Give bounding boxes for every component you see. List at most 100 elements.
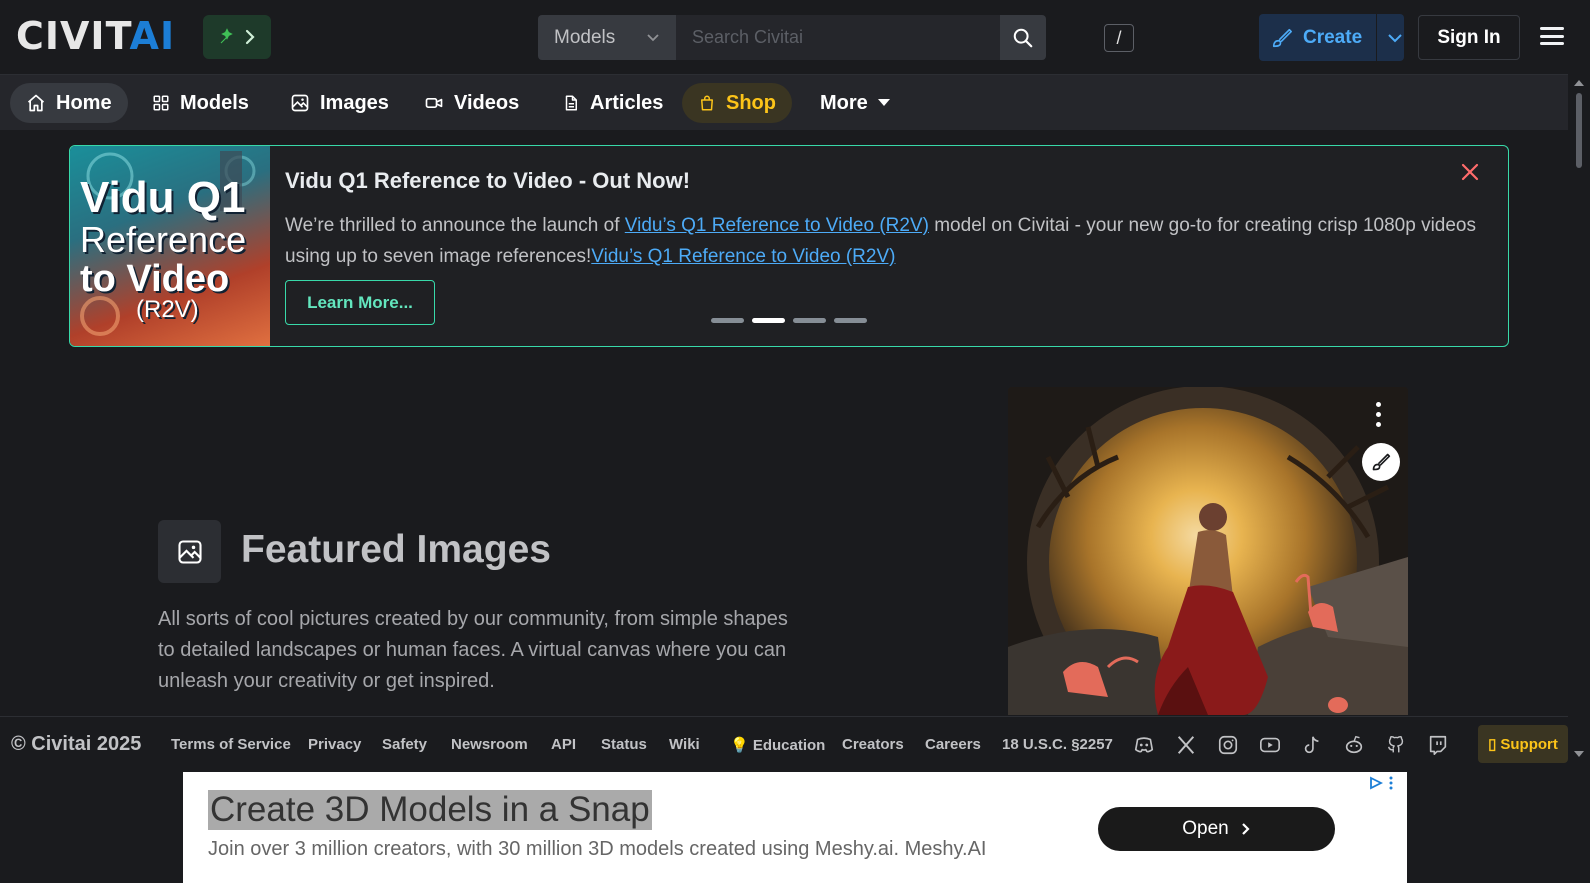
- footer-link-wiki[interactable]: Wiki: [669, 736, 700, 753]
- carousel-dot-active[interactable]: [752, 318, 785, 323]
- announcement-thumbnail[interactable]: Vidu Q1 Reference to Video (R2V): [70, 146, 270, 346]
- video-icon: [425, 98, 443, 108]
- main-nav: Home Models Images Videos Articles Shop …: [0, 75, 1568, 130]
- close-icon[interactable]: [1460, 162, 1480, 182]
- ad-open-label: Open: [1182, 818, 1229, 839]
- nav-models[interactable]: Models: [136, 83, 265, 123]
- featured-image-card[interactable]: [1008, 387, 1408, 715]
- chevron-right-icon: [1241, 823, 1250, 835]
- support-label: Support: [1500, 735, 1558, 753]
- nav-models-label: Models: [180, 91, 249, 114]
- search-input[interactable]: [676, 15, 1000, 60]
- search-category-select[interactable]: Models: [538, 15, 676, 60]
- brush-icon: [1372, 453, 1391, 471]
- r2v-link-1[interactable]: Vidu’s Q1 Reference to Video (R2V): [625, 215, 929, 236]
- carousel-dot[interactable]: [793, 318, 826, 323]
- chevron-down-icon[interactable]: [1387, 33, 1403, 43]
- carousel-dot[interactable]: [711, 318, 744, 323]
- featured-images-title: Featured Images: [241, 528, 551, 571]
- civitai-logo[interactable]: CIVITAI: [16, 17, 175, 55]
- instagram-icon[interactable]: [1217, 734, 1239, 756]
- shopping-bag-icon: [701, 95, 713, 111]
- announcement-banner: Vidu Q1 Reference to Video (R2V) Vidu Q1…: [69, 145, 1509, 347]
- nav-shop[interactable]: Shop: [682, 83, 792, 123]
- ad-open-button[interactable]: Open: [1098, 807, 1335, 851]
- github-icon[interactable]: [1385, 734, 1407, 756]
- create-button[interactable]: Create: [1259, 14, 1404, 61]
- footer-link-terms[interactable]: Terms of Service: [171, 736, 291, 753]
- nav-images-label: Images: [320, 91, 389, 114]
- page-scrollbar[interactable]: [1568, 75, 1590, 765]
- search-button[interactable]: [1000, 15, 1046, 60]
- r2v-link-2[interactable]: Vidu’s Q1 Reference to Video (R2V): [591, 246, 895, 267]
- ad-options-icon[interactable]: [1389, 776, 1393, 790]
- chevron-right-icon: [245, 29, 255, 45]
- sparkle-icon: [220, 28, 233, 44]
- learn-more-button[interactable]: Learn More...: [285, 280, 435, 325]
- footer-link-api[interactable]: API: [551, 736, 576, 753]
- footer-link-careers[interactable]: Careers: [925, 736, 981, 753]
- nav-home-label: Home: [56, 91, 112, 114]
- carousel-dot[interactable]: [834, 318, 867, 323]
- nav-articles-label: Articles: [590, 91, 664, 114]
- create-label: Create: [1303, 26, 1363, 48]
- footer-link-creators[interactable]: Creators: [842, 736, 904, 753]
- featured-images-description: All sorts of cool pictures created by ou…: [158, 608, 788, 692]
- x-icon[interactable]: [1175, 734, 1197, 756]
- photo-icon: [177, 539, 202, 564]
- grid-icon: [153, 95, 169, 111]
- thumb-line-1: Vidu Q1: [80, 173, 246, 222]
- search-bar: Models /: [538, 15, 1134, 60]
- nav-images[interactable]: Images: [274, 83, 405, 123]
- featured-image-art: [1008, 387, 1408, 715]
- advertisement[interactable]: Create 3D Models in a Snap Join over 3 m…: [183, 772, 1407, 883]
- nav-videos[interactable]: Videos: [408, 83, 535, 123]
- reddit-icon[interactable]: [1343, 734, 1365, 756]
- footer-link-privacy[interactable]: Privacy: [308, 736, 361, 753]
- announcement-body: We’re thrilled to announce the launch of…: [285, 215, 1477, 267]
- footer: © Civitai 2025 Terms of Service Privacy …: [0, 716, 1568, 772]
- footer-link-newsroom[interactable]: Newsroom: [451, 736, 528, 753]
- scroll-thumb[interactable]: [1576, 93, 1582, 168]
- nav-more[interactable]: More: [804, 83, 906, 123]
- thumb-line-3: to Video: [80, 258, 230, 300]
- nav-videos-label: Videos: [454, 91, 520, 114]
- announcement-title: Vidu Q1 Reference to Video - Out Now!: [285, 168, 691, 193]
- nav-home[interactable]: Home: [10, 83, 128, 123]
- caret-down-icon: [877, 99, 890, 106]
- file-text-icon: [565, 95, 577, 111]
- nav-shop-label: Shop: [726, 91, 776, 114]
- scroll-down-arrow[interactable]: [1574, 751, 1584, 757]
- support-icon: ▯: [1488, 736, 1497, 753]
- search-shortcut-key: /: [1104, 24, 1134, 52]
- featured-images-icon-box: [158, 520, 221, 583]
- copyright: © Civitai 2025: [11, 733, 142, 755]
- sign-in-button[interactable]: Sign In: [1418, 15, 1520, 60]
- chevron-down-icon: [647, 33, 659, 41]
- ad-choices[interactable]: [1369, 776, 1393, 790]
- twitch-icon[interactable]: [1427, 734, 1449, 756]
- remix-button[interactable]: [1362, 443, 1400, 481]
- menu-icon[interactable]: [1540, 24, 1564, 48]
- footer-link-status[interactable]: Status: [601, 736, 647, 753]
- discord-icon[interactable]: [1133, 734, 1155, 756]
- tiktok-icon[interactable]: [1301, 734, 1323, 756]
- search-icon: [1013, 28, 1033, 47]
- ad-subtitle: Join over 3 million creators, with 30 mi…: [208, 838, 987, 860]
- thumb-line-4: (R2V): [136, 296, 199, 323]
- scroll-up-arrow[interactable]: [1574, 80, 1584, 86]
- features-button[interactable]: [203, 15, 271, 59]
- adchoices-icon[interactable]: [1369, 776, 1383, 790]
- ad-title: Create 3D Models in a Snap: [208, 790, 652, 830]
- nav-more-label: More: [820, 91, 868, 114]
- footer-link-2257[interactable]: 18 U.S.C. §2257: [1002, 736, 1113, 753]
- footer-link-safety[interactable]: Safety: [382, 736, 427, 753]
- image-options-icon[interactable]: [1376, 402, 1381, 427]
- footer-link-education[interactable]: 💡 Education: [730, 736, 825, 754]
- support-button[interactable]: ▯ Support: [1478, 725, 1568, 763]
- home-icon: [27, 94, 45, 112]
- nav-articles[interactable]: Articles: [546, 83, 679, 123]
- header: CIVITAI Models / Create Sign In: [0, 0, 1568, 75]
- photo-icon: [291, 94, 309, 112]
- youtube-icon[interactable]: [1259, 734, 1281, 756]
